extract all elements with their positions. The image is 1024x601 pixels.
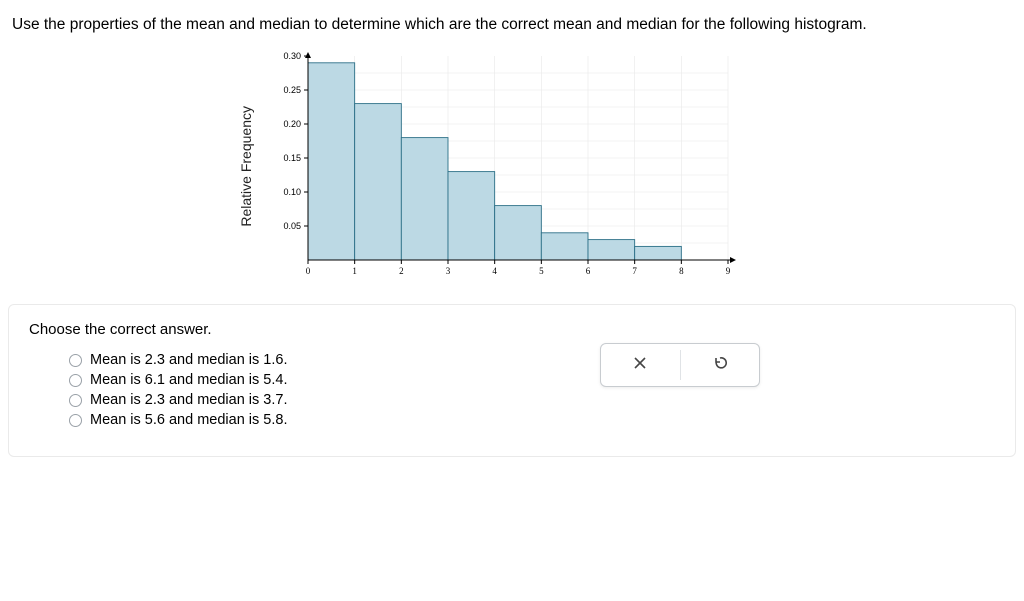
action-toolbar xyxy=(600,343,760,387)
answer-section: Choose the correct answer. Mean is 2.3 a… xyxy=(8,304,1016,457)
close-icon xyxy=(632,355,648,375)
svg-text:8: 8 xyxy=(679,266,684,276)
option-3[interactable]: Mean is 5.6 and median is 5.8. xyxy=(69,412,995,428)
svg-text:5: 5 xyxy=(539,266,544,276)
question-prompt: Use the properties of the mean and media… xyxy=(8,10,1016,46)
histogram-svg: 0.05 0.10 0.15 0.20 0.25 0.30 0 1 2 3 4 5 6 7 8 9 xyxy=(264,46,744,286)
histogram-chart: 0.05 0.10 0.15 0.20 0.25 0.30 0 1 2 3 4 5 6 7 8 9 xyxy=(264,46,744,286)
option-2[interactable]: Mean is 2.3 and median is 3.7. xyxy=(69,392,995,408)
radio-icon xyxy=(69,394,82,407)
chart-container: Relative Frequency 0.050.100.150.200.250… xyxy=(8,46,1016,304)
reset-button[interactable] xyxy=(681,344,760,386)
svg-text:7: 7 xyxy=(632,266,637,276)
svg-text:1: 1 xyxy=(352,266,357,276)
svg-text:0: 0 xyxy=(306,266,311,276)
svg-text:0.10: 0.10 xyxy=(283,187,301,197)
option-label: Mean is 2.3 and median is 3.7. xyxy=(90,392,287,408)
svg-text:0.15: 0.15 xyxy=(283,153,301,163)
svg-text:3: 3 xyxy=(446,266,451,276)
svg-text:4: 4 xyxy=(492,266,497,276)
svg-text:0.30: 0.30 xyxy=(283,51,301,61)
radio-icon xyxy=(69,414,82,427)
option-label: Mean is 5.6 and median is 5.8. xyxy=(90,412,287,428)
radio-icon xyxy=(69,374,82,387)
option-label: Mean is 6.1 and median is 5.4. xyxy=(90,372,287,388)
option-1[interactable]: Mean is 6.1 and median is 5.4. xyxy=(69,372,995,388)
option-0[interactable]: Mean is 2.3 and median is 1.6. xyxy=(69,352,995,368)
incorrect-button[interactable] xyxy=(601,344,680,386)
undo-icon xyxy=(712,355,728,375)
answer-prompt: Choose the correct answer. xyxy=(29,321,995,338)
y-axis-label: Relative Frequency xyxy=(238,106,254,227)
svg-text:6: 6 xyxy=(586,266,591,276)
option-label: Mean is 2.3 and median is 1.6. xyxy=(90,352,287,368)
svg-text:2: 2 xyxy=(399,266,404,276)
svg-text:9: 9 xyxy=(726,266,731,276)
svg-text:0.05: 0.05 xyxy=(283,221,301,231)
radio-icon xyxy=(69,354,82,367)
svg-text:0.25: 0.25 xyxy=(283,85,301,95)
svg-text:0.20: 0.20 xyxy=(283,119,301,129)
options-list: Mean is 2.3 and median is 1.6. Mean is 6… xyxy=(29,352,995,428)
